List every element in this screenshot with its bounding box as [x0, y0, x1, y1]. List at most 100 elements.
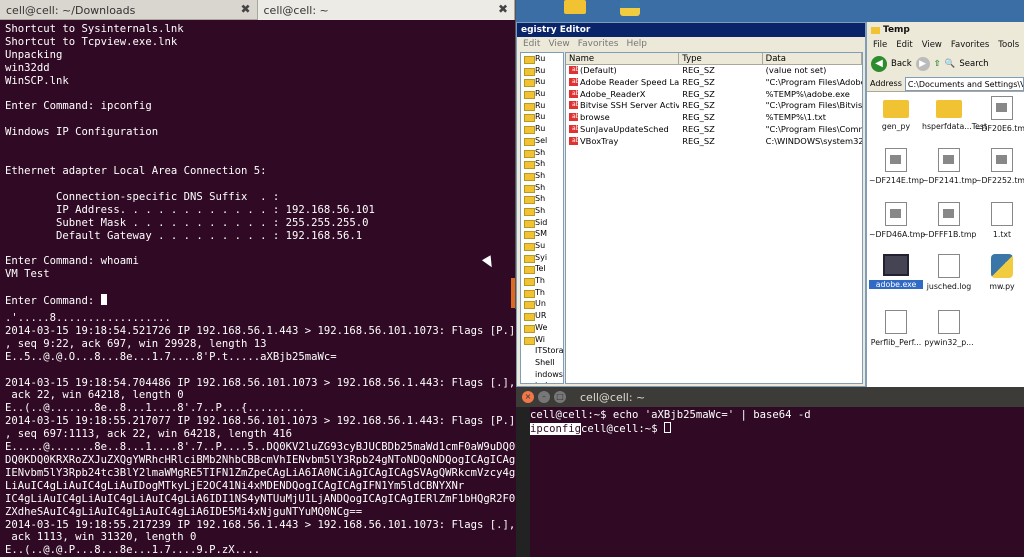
tree-item[interactable]: Ru — [521, 76, 563, 88]
menu-item[interactable]: Edit — [523, 37, 540, 51]
tree-item[interactable]: ITStora — [521, 345, 563, 357]
column-header[interactable]: Type — [679, 53, 763, 64]
close-icon[interactable]: ✖ — [498, 2, 508, 16]
value-name-text: browse — [580, 112, 610, 123]
tab-home[interactable]: cell@cell: ~ ✖ — [257, 0, 515, 20]
file-item[interactable]: ~DFFF1B.tmp — [922, 202, 976, 239]
table-row[interactable]: abbrowseREG_SZ%TEMP%\1.txt — [566, 112, 862, 124]
file-item[interactable]: ~DF2141.tmp — [922, 148, 977, 185]
column-header[interactable]: Data — [763, 53, 862, 64]
file-item[interactable]: adobe.exe — [869, 254, 923, 289]
search-button[interactable]: Search — [959, 59, 988, 69]
table-row[interactable]: abAdobe_ReaderXREG_SZ%TEMP%\adobe.exe — [566, 89, 862, 101]
maximize-icon[interactable]: □ — [554, 391, 566, 403]
table-row[interactable]: ab(Default)REG_SZ(value not set) — [566, 65, 862, 77]
tree-item[interactable]: Sh — [521, 193, 563, 205]
value-data: "C:\Program Files\Common F — [765, 123, 862, 134]
table-row[interactable]: abVBoxTrayREG_SZC:\WINDOWS\system32\VBo — [566, 136, 862, 148]
tree-item[interactable]: Th — [521, 275, 563, 287]
packet-line: IENvbm5lY3Rpb24tc3BlY2lmaWMgRE5TIFN1ZmZp… — [5, 466, 516, 479]
tree-item[interactable]: Sh — [521, 158, 563, 170]
terminal-output[interactable]: Shortcut to Sysinternals.lnk Shortcut to … — [0, 20, 515, 309]
value-type: REG_SZ — [682, 88, 715, 99]
up-folder-icon[interactable]: ⇧ — [934, 59, 941, 69]
file-item[interactable]: ~DF214E.tmp — [869, 148, 924, 185]
address-field[interactable]: C:\Documents and Settings\VM — [904, 77, 1024, 91]
value-name: abAdobe_ReaderX — [566, 89, 679, 101]
table-row[interactable]: abAdobe Reader Speed Lau...REG_SZ "C:\Pro… — [566, 77, 862, 89]
tree-item[interactable]: Wi — [521, 334, 563, 346]
tree-item[interactable]: Sh — [521, 170, 563, 182]
tree-item[interactable]: Sid — [521, 217, 563, 229]
tree-item[interactable]: Ru — [521, 88, 563, 100]
close-icon[interactable]: ✖ — [240, 2, 250, 16]
table-row[interactable]: abSunJavaUpdateSchedREG_SZ"C:\Program Fi… — [566, 124, 862, 136]
terminal-window-tcpdump[interactable]: .'.....8.................. 2014-03-15 19:… — [0, 309, 516, 557]
file-item[interactable]: pywin32_p... — [922, 310, 976, 347]
minimize-icon[interactable]: – — [538, 391, 550, 403]
file-item[interactable]: Perflib_Perf... — [869, 310, 923, 347]
tree-item[interactable]: Sh — [521, 147, 563, 159]
file-item[interactable]: mw.py — [975, 254, 1024, 291]
menu-item[interactable]: Tools — [998, 38, 1019, 52]
tab-downloads[interactable]: cell@cell: ~/Downloads ✖ — [0, 0, 258, 20]
tree-item[interactable]: UR — [521, 310, 563, 322]
terminal-output[interactable]: cell@cell:~$ echo 'aXBjb25maWc=' | base6… — [516, 407, 1024, 438]
close-icon[interactable]: × — [522, 391, 534, 403]
tree-item[interactable]: Sh — [521, 205, 563, 217]
tree-item[interactable]: Ru — [521, 111, 563, 123]
value-type: REG_SZ — [682, 65, 715, 75]
explorer-window[interactable]: Temp FileEditViewFavoritesToolsH ◀ Back … — [866, 22, 1024, 387]
desktop-background — [516, 0, 1024, 22]
tree-item[interactable]: Su — [521, 240, 563, 252]
menu-item[interactable]: File — [873, 38, 887, 52]
file-item[interactable]: ~DFD46A.tmp — [869, 202, 925, 239]
back-arrow-icon[interactable]: ◀ — [871, 56, 887, 72]
tree-item[interactable]: Sel — [521, 135, 563, 147]
back-button[interactable]: Back — [891, 59, 912, 69]
tree-item[interactable]: Ru — [521, 123, 563, 135]
scrollbar[interactable] — [511, 278, 515, 308]
tree-item[interactable]: indows G — [521, 380, 563, 383]
tree-item[interactable]: Ru — [521, 53, 563, 65]
menu-item[interactable]: Help — [626, 37, 647, 51]
tree-item[interactable]: Ru — [521, 65, 563, 77]
file-item[interactable]: hsperfdata...Test — [922, 96, 987, 131]
file-item[interactable]: 1.txt — [975, 202, 1024, 239]
registry-editor-window[interactable]: egistry Editor Edit View Favorites Help Ru R… — [516, 22, 866, 387]
tree-item[interactable]: Syi — [521, 252, 563, 264]
menu-item[interactable]: Favorites — [951, 38, 989, 52]
registry-key-tree[interactable]: Ru Ru Ru Ru Ru Ru Ru Sel Sh Sh Sh Sh Sh Sh Sid SM Su Syi T… — [520, 52, 564, 384]
terminal-window-top[interactable]: cell@cell: ~/Downloads ✖ cell@cell: ~ ✖ … — [0, 0, 516, 309]
python-icon[interactable] — [620, 0, 640, 16]
file-item[interactable]: ~DF20E6.tmp — [975, 96, 1024, 133]
tree-item[interactable]: We — [521, 322, 563, 334]
tree-item[interactable]: Tel — [521, 263, 563, 275]
folder-icon[interactable] — [564, 0, 586, 14]
tree-item[interactable]: Sh — [521, 182, 563, 194]
menu-item[interactable]: Edit — [896, 38, 912, 52]
menu-item[interactable]: View — [548, 37, 569, 51]
forward-arrow-icon[interactable]: ▶ — [915, 57, 930, 71]
value-name-text: Adobe_ReaderX — [580, 88, 646, 99]
table-row[interactable]: abBitvise SSH Server Activat...REG_SZ "C:… — [566, 100, 862, 112]
terminal-window-base64[interactable]: × – □ cell@cell: ~ cell@cell:~$ echo 'aX… — [516, 387, 1024, 557]
search-icon[interactable]: 🔍 — [945, 59, 956, 69]
tree-item[interactable]: Shell — [521, 357, 563, 369]
tree-item[interactable]: indows G — [521, 369, 563, 381]
tree-item[interactable]: SM — [521, 228, 563, 240]
tree-item[interactable]: Ru — [521, 100, 563, 112]
column-header[interactable]: Name — [566, 53, 680, 64]
tree-item[interactable]: Th — [521, 287, 563, 299]
terminal-line: WinSCP.lnk — [5, 74, 69, 87]
file-item[interactable]: ~DF2252.tmp — [975, 148, 1024, 185]
menu-item[interactable]: View — [922, 38, 942, 52]
string-value-icon: ab — [569, 101, 578, 110]
menu-item[interactable]: Favorites — [578, 37, 619, 51]
file-item[interactable]: gen_py — [869, 96, 923, 131]
registry-values-list[interactable]: Name Type Data ab(Default)REG_SZ(value n… — [565, 52, 863, 384]
tree-item[interactable]: Un — [521, 298, 563, 310]
file-item[interactable]: jusched.log — [922, 254, 976, 291]
file-label: ~DF20E6.tmp — [975, 124, 1024, 133]
string-value-icon: ab — [569, 136, 578, 145]
